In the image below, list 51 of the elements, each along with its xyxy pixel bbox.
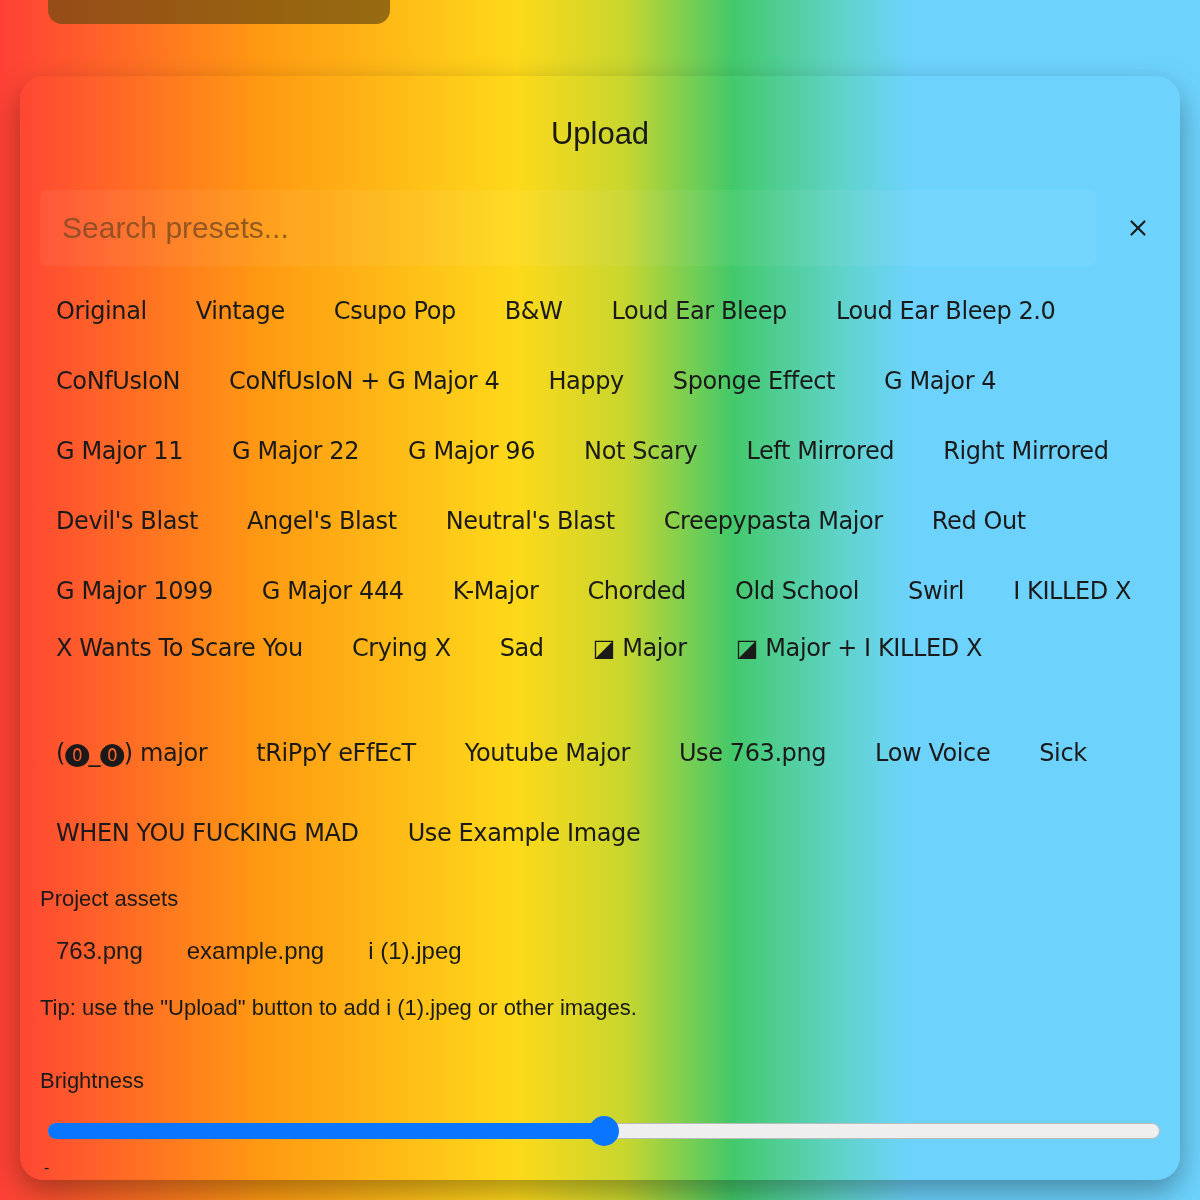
preset-button[interactable]: Youtube Major (448, 731, 646, 775)
preset-button[interactable]: CoNfUsIoN + G Major 4 (213, 359, 516, 403)
preset-button[interactable]: Creepypasta Major (647, 499, 899, 543)
preset-button[interactable]: X Wants To Scare You (40, 626, 319, 670)
preset-button[interactable]: Loud Ear Bleep 2.0 (819, 289, 1072, 333)
preset-button[interactable]: Sponge Effect (656, 359, 852, 403)
preset-button[interactable]: Sad (483, 626, 560, 670)
preset-button[interactable]: I KILLED X (997, 569, 1148, 613)
asset-file-button[interactable]: example.png (170, 933, 341, 969)
preset-button[interactable]: Original (40, 289, 163, 333)
preset-button[interactable]: ◪ Major + I KILLED X (719, 626, 999, 670)
preset-button[interactable]: B&W (488, 289, 579, 333)
preset-button[interactable]: Red Out (915, 499, 1042, 543)
assets-heading: Project assets (40, 885, 180, 913)
preset-button[interactable]: (⓿_⓿) major (40, 731, 224, 775)
preset-button[interactable]: Use Example Image (391, 811, 657, 855)
preset-button[interactable]: G Major 11 (40, 429, 200, 473)
preset-button[interactable]: Csupo Pop (317, 289, 472, 333)
preset-button[interactable]: Loud Ear Bleep (595, 289, 803, 333)
preset-button[interactable]: G Major 1099 (40, 569, 229, 613)
preset-button[interactable]: Old School (718, 569, 876, 613)
preset-button[interactable]: ◪ Major (576, 626, 703, 670)
preset-button[interactable]: Not Scary (568, 429, 714, 473)
preset-button[interactable]: Crying X (335, 626, 467, 670)
preset-button[interactable]: G Major 22 (216, 429, 376, 473)
preset-button[interactable]: Sick (1023, 731, 1103, 775)
dialog-title: Upload (550, 115, 650, 153)
brightness-value: - (44, 1158, 51, 1178)
preset-button[interactable]: Chorded (571, 569, 702, 613)
preset-button[interactable]: G Major 96 (392, 429, 552, 473)
preset-button[interactable]: G Major 4 (868, 359, 1013, 403)
preset-button[interactable]: Use 763.png (662, 731, 843, 775)
asset-file-button[interactable]: 763.png (40, 933, 159, 969)
preset-button[interactable]: K-Major (436, 569, 555, 613)
preset-button[interactable]: WHEN YOU FUCKING MAD (40, 811, 375, 855)
preset-button[interactable]: Right Mirrored (927, 429, 1125, 473)
tip-text: Tip: use the "Upload" button to add i (1).jpeg or other images. (40, 994, 638, 1022)
preset-button[interactable]: Left Mirrored (730, 429, 911, 473)
preset-button[interactable]: Neutral's Blast (429, 499, 631, 543)
brightness-slider[interactable] (48, 1117, 1160, 1144)
preset-button[interactable]: CoNfUsIoN (40, 359, 197, 403)
preset-button[interactable]: G Major 444 (245, 569, 420, 613)
brightness-label: Brightness (40, 1067, 145, 1095)
preset-button[interactable]: Angel's Blast (231, 499, 413, 543)
preset-button[interactable]: Happy (532, 359, 640, 403)
preset-button[interactable]: Devil's Blast (40, 499, 215, 543)
asset-file-button[interactable]: i (1).jpeg (352, 933, 478, 969)
preset-button[interactable]: Swirl (892, 569, 981, 613)
preset-button[interactable]: Low Voice (859, 731, 1007, 775)
preset-button[interactable]: Vintage (179, 289, 301, 333)
preset-button[interactable]: tRiPpY eFfEcT (240, 731, 432, 775)
